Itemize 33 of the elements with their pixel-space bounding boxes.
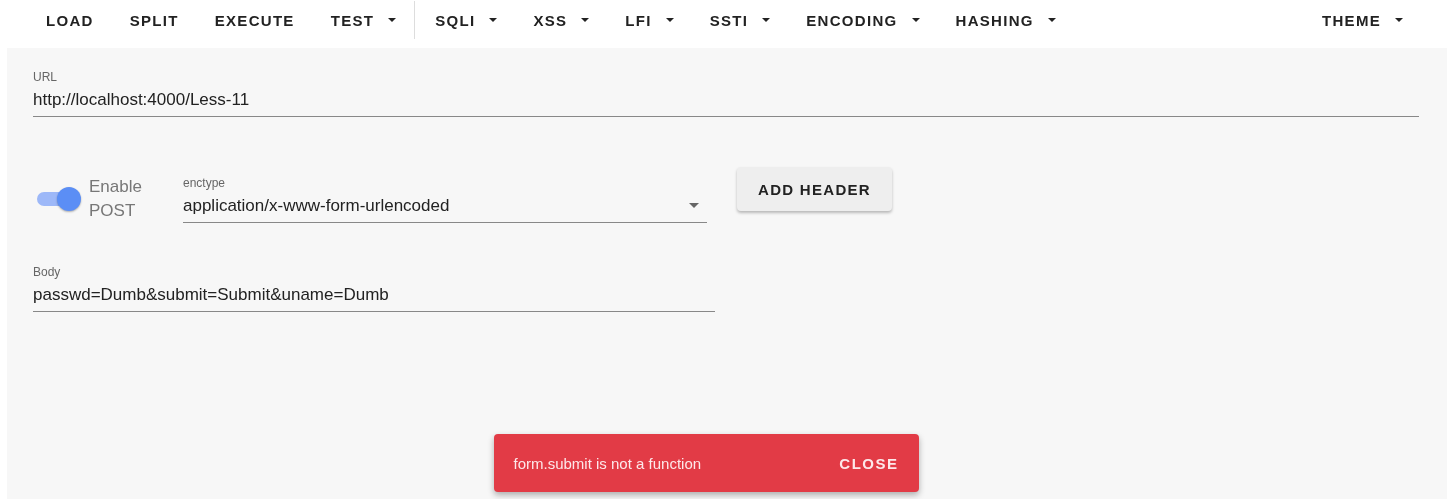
toolbar-menu-button[interactable]: XSS bbox=[515, 2, 608, 38]
field-label: URL bbox=[33, 70, 58, 84]
toolbar-menu-button[interactable]: HASHING bbox=[937, 2, 1074, 38]
toggle-label: Enable POST bbox=[89, 176, 143, 222]
caret-icon bbox=[581, 18, 590, 22]
caret-icon bbox=[388, 18, 397, 22]
close-button[interactable]: CLOSE bbox=[839, 454, 899, 472]
toolbar-menu-button[interactable]: TEST bbox=[312, 1, 416, 39]
field-value: passwd=Dumb&submit=Submit&uname=Dumb bbox=[33, 285, 390, 305]
caret-icon bbox=[489, 18, 498, 22]
caret-icon bbox=[911, 18, 920, 22]
select-value: application/x-www-form-urlencoded bbox=[183, 195, 450, 216]
toolbar-menu-button[interactable]: SQLI bbox=[417, 2, 516, 38]
body-field[interactable]: Body passwd=Dumb&submit=Submit&uname=Dumb bbox=[33, 265, 715, 312]
toolbar-menu-button[interactable]: EXECUTE bbox=[196, 2, 313, 38]
url-field[interactable]: URL http://localhost:4000/Less-11 bbox=[33, 70, 1419, 117]
caret-icon bbox=[762, 18, 771, 22]
dropdown-arrow-icon bbox=[689, 203, 699, 208]
caret-icon bbox=[1047, 18, 1056, 22]
toolbar-menu-button[interactable]: SPLIT bbox=[111, 2, 197, 38]
toolbar-menu-button[interactable]: ENCODING bbox=[788, 2, 938, 38]
field-label: Body bbox=[33, 265, 62, 279]
snackbar-message: form.submit is not a function bbox=[513, 454, 702, 472]
caret-icon bbox=[1395, 18, 1403, 22]
add-header-button[interactable]: ADD HEADER bbox=[737, 167, 892, 211]
toolbar-menu-button[interactable]: LOAD bbox=[28, 2, 112, 38]
field-value: http://localhost:4000/Less-11 bbox=[33, 90, 251, 110]
field-label: enctype bbox=[183, 175, 227, 190]
toolbar-menu-button[interactable]: LFI bbox=[607, 2, 692, 38]
theme-menu-button[interactable]: THEME bbox=[1304, 2, 1421, 38]
enctype-select[interactable]: enctype application/x-www-form-urlencoded bbox=[183, 175, 707, 223]
toolbar-menu-button[interactable]: SSTI bbox=[691, 2, 789, 38]
caret-icon bbox=[665, 18, 674, 22]
